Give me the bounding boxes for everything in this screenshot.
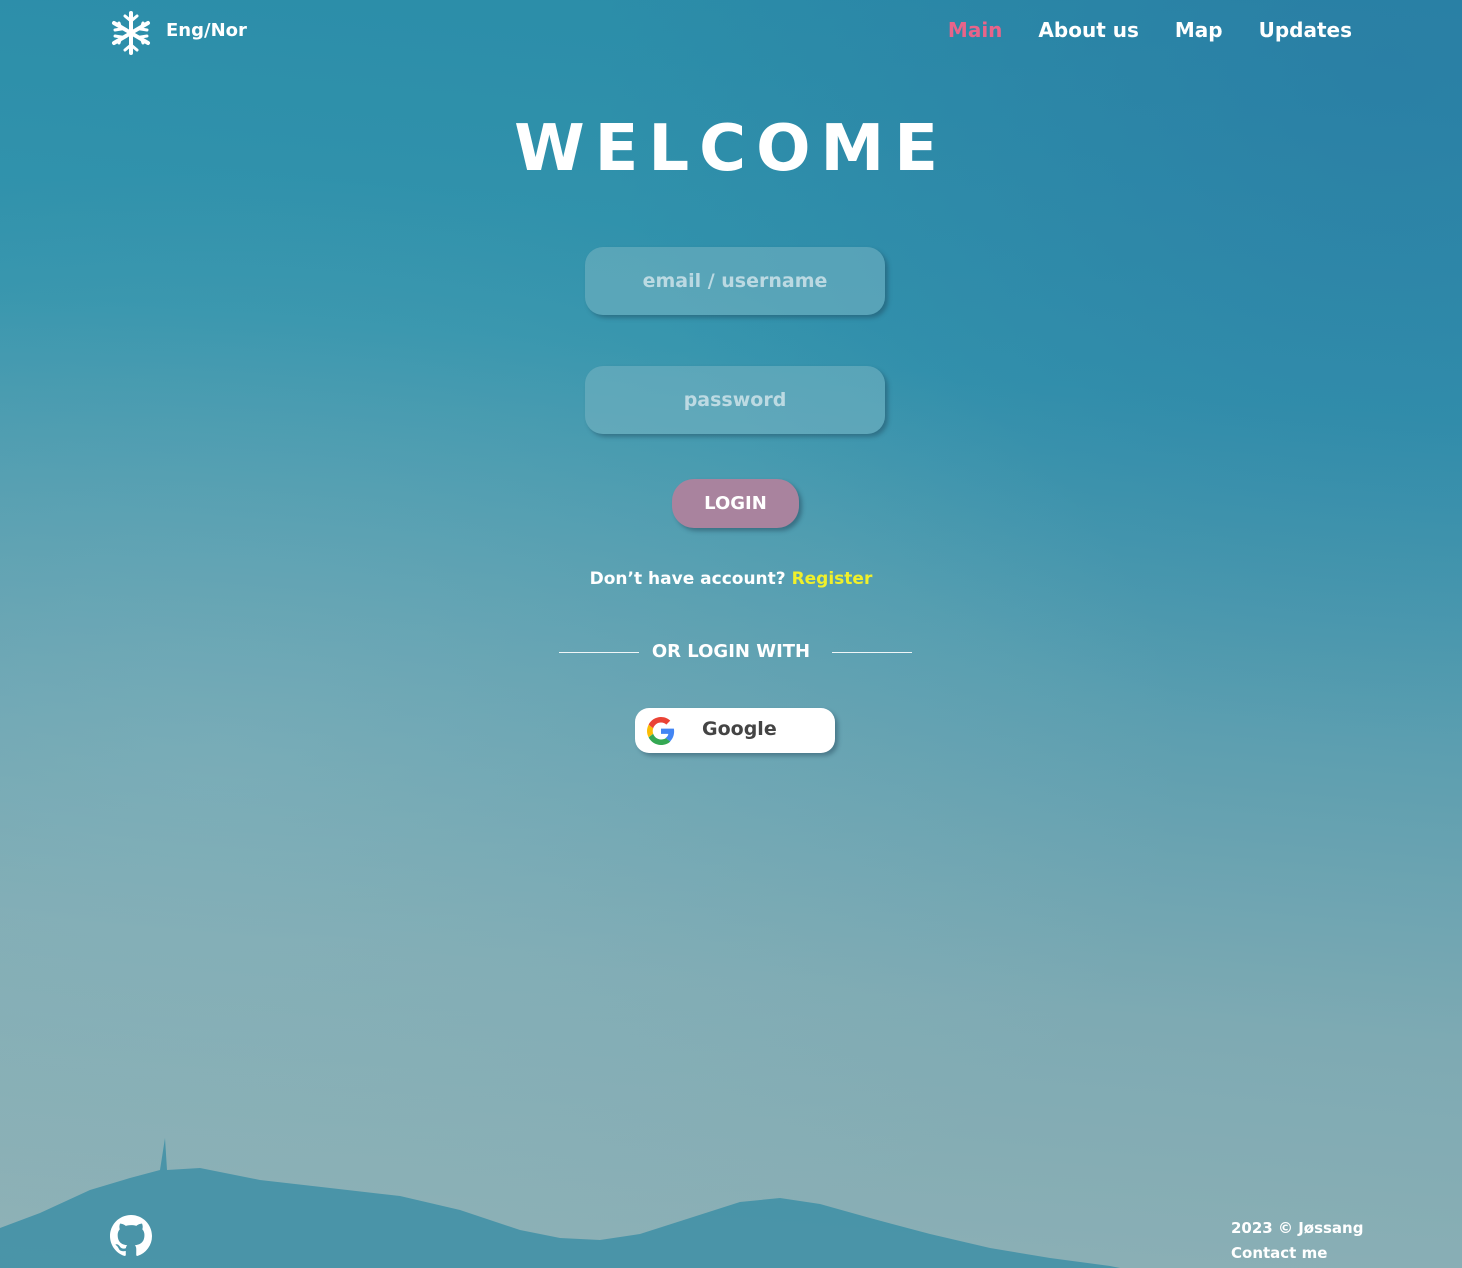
nav-item-about-us[interactable]: About us <box>1038 18 1138 42</box>
contact-link[interactable]: Contact me <box>1231 1241 1363 1266</box>
nav-item-updates[interactable]: Updates <box>1259 18 1352 42</box>
footer-info: 2023 © Jøssang Contact me <box>1231 1216 1363 1266</box>
email-username-input[interactable] <box>585 247 885 315</box>
github-icon[interactable] <box>110 1215 152 1257</box>
language-toggle[interactable]: Eng/Nor <box>166 20 247 41</box>
page-title: WELCOME <box>514 112 948 186</box>
register-prompt: Don’t have account? Register <box>0 569 1462 589</box>
nav-item-map[interactable]: Map <box>1175 18 1223 42</box>
main-nav: Main About us Map Updates <box>948 18 1352 42</box>
top-header: Eng/Nor Main About us Map Updates <box>0 0 1462 64</box>
or-login-with-text: OR LOGIN WITH <box>651 641 811 662</box>
divider-right <box>832 652 912 653</box>
password-input[interactable] <box>585 366 885 434</box>
no-account-text: Don’t have account? <box>589 569 786 589</box>
register-link[interactable]: Register <box>792 569 873 589</box>
copyright-text: 2023 © Jøssang <box>1231 1219 1364 1237</box>
background-wash <box>0 0 1462 1268</box>
google-login-button[interactable]: Google <box>635 708 835 753</box>
login-button[interactable]: LOGIN <box>672 479 799 528</box>
google-label: Google <box>702 718 777 740</box>
google-icon <box>647 717 675 745</box>
nav-item-main[interactable]: Main <box>948 18 1003 42</box>
snowflake-icon[interactable] <box>110 10 152 56</box>
